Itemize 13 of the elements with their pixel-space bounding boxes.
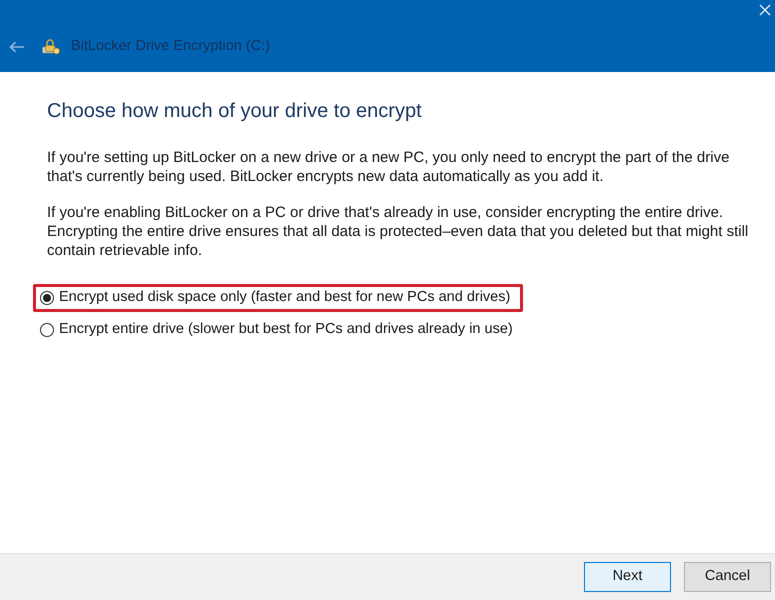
drive-lock-icon xyxy=(42,39,60,55)
description-text: If you're setting up BitLocker on a new drive or a new PC, you only need to encrypt the part of the drive that's currently being used. BitLocker encrypts new data automatically as you add it. xyxy=(47,148,730,186)
next-button[interactable]: Next xyxy=(584,562,671,592)
close-icon[interactable] xyxy=(759,4,771,16)
radio-button[interactable] xyxy=(40,323,54,337)
option-label[interactable]: Encrypt used disk space only (faster and best for new PCs and drives) xyxy=(59,287,510,309)
page-heading: Choose how much of your drive to encrypt xyxy=(47,99,422,124)
window-title: BitLocker Drive Encryption (C:) xyxy=(71,37,270,56)
back-arrow-icon[interactable] xyxy=(9,41,25,53)
cancel-button[interactable]: Cancel xyxy=(684,562,771,592)
description-text: If you're enabling BitLocker on a PC or drive that's already in use, consider encrypting the entire drive. Encrypting the entire drive ensures that all data is protected–even data that you deleted but that might still contain retrievable info. xyxy=(47,203,750,260)
radio-button[interactable] xyxy=(40,291,54,305)
option-label[interactable]: Encrypt entire drive (slower but best for PCs and drives already in use) xyxy=(59,319,513,341)
